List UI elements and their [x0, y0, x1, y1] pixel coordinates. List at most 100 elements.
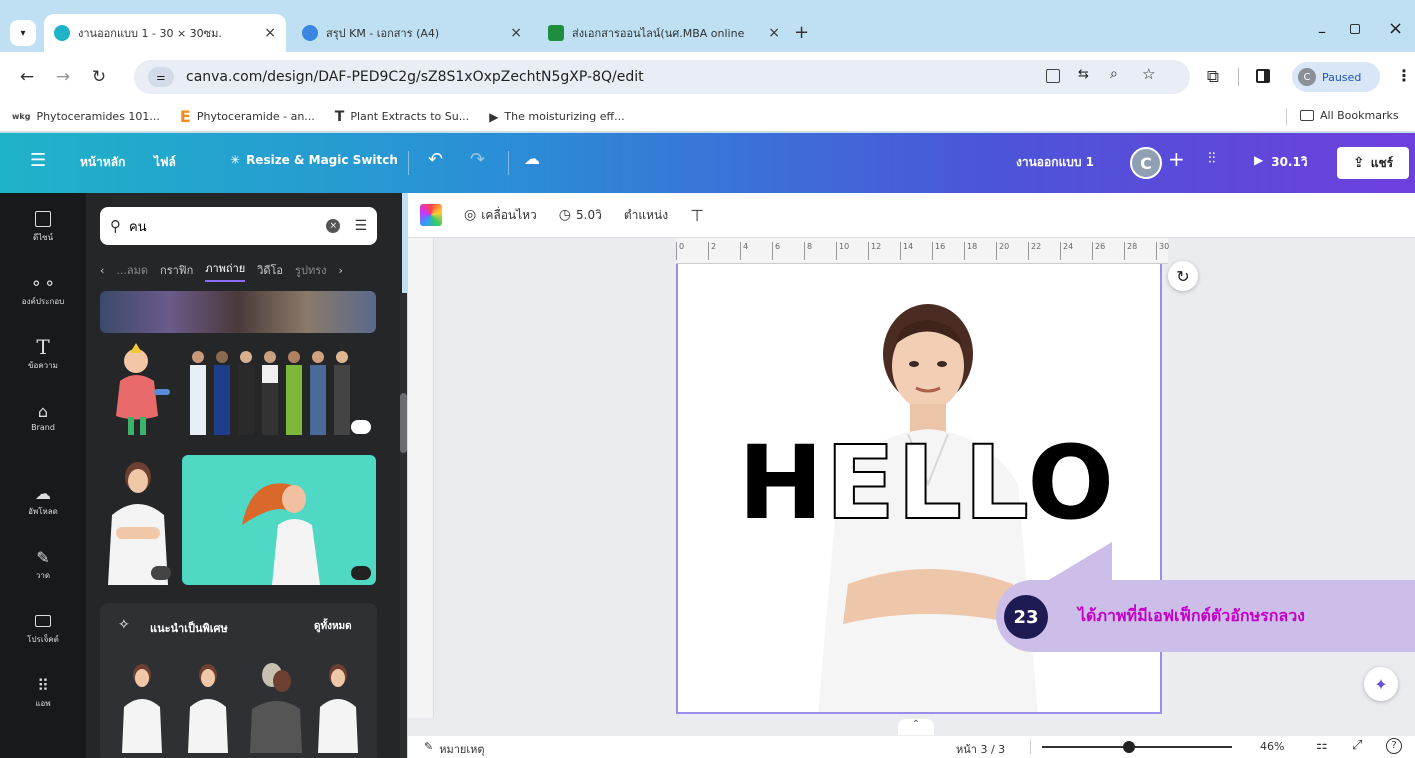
forward-icon[interactable]: →	[50, 64, 76, 90]
position-button[interactable]: ตำแหน่ง	[624, 206, 668, 225]
tab-mba-online[interactable]: ส่งเอกสารออนไลน์(นศ.MBA online ×	[538, 14, 790, 52]
menu-icon[interactable]: ☰	[30, 150, 46, 171]
search-input[interactable]	[129, 218, 327, 234]
rail-item-draw[interactable]: ✎ วาด	[0, 535, 86, 595]
chevron-right-icon[interactable]: ›	[338, 264, 342, 277]
restore-icon[interactable]	[1350, 24, 1360, 34]
zoom-slider[interactable]	[1042, 741, 1232, 753]
rail-item-projects[interactable]: โปรเจ็คต์	[0, 599, 86, 659]
show-pages-icon[interactable]: ⌃	[898, 719, 934, 735]
undo-icon[interactable]: ↶	[428, 149, 443, 170]
see-all-link[interactable]: ดูทั้งหมด	[314, 619, 352, 634]
fullscreen-icon[interactable]: ⤢	[1352, 738, 1362, 753]
clock-icon: ◷	[558, 207, 572, 223]
home-link[interactable]: หน้าหลัก	[80, 153, 125, 172]
profile-button[interactable]: C Paused	[1292, 62, 1380, 92]
category-tabs: ‹ ...ลมด กราฟิก ภาพถ่าย วิดีโอ รูปทรง ›	[100, 259, 390, 282]
new-tab-button[interactable]: +	[794, 22, 809, 43]
close-window-icon[interactable]: ×	[1388, 18, 1403, 39]
context-toolbar: ◎ เคลื่อนไหว ◷ 5.0วิ ตำแหน่ง ⊤	[408, 193, 1415, 238]
photo-result-crowd[interactable]	[100, 291, 376, 333]
resize-button[interactable]: ✳ Resize & Magic Switch	[230, 153, 398, 167]
insights-icon[interactable]: ⫶⫶	[1208, 149, 1216, 167]
site-settings-icon[interactable]: ⚌	[148, 67, 174, 87]
rail-item-text[interactable]: T ข้อความ	[0, 325, 86, 385]
page-indicator[interactable]: หน้า 3 / 3	[956, 740, 1005, 758]
present-button[interactable]: ▶ 30.1วิ	[1254, 153, 1308, 172]
magic-assistant-icon[interactable]: ✦	[1364, 667, 1398, 701]
zoom-percent[interactable]: 46%	[1260, 740, 1284, 753]
zoom-slider-knob[interactable]	[1123, 741, 1136, 753]
grid-view-icon[interactable]: ⚏	[1316, 738, 1328, 753]
crown-icon	[351, 566, 371, 580]
photo-result-redhead[interactable]	[182, 455, 376, 585]
rail-item-apps[interactable]: ⠿ แอพ	[0, 663, 86, 723]
upload-icon: ☁	[35, 483, 51, 503]
zoom-icon[interactable]: ⌕	[1110, 66, 1118, 82]
hello-text[interactable]: HELLO	[738, 423, 1118, 544]
all-bookmarks[interactable]: All Bookmarks	[1300, 109, 1399, 122]
rail-item-uploads[interactable]: ☁ อัพโหลด	[0, 471, 86, 531]
tab-search-button[interactable]: ▾	[10, 20, 36, 46]
doc-title[interactable]: งานออกแบบ 1	[1016, 153, 1094, 172]
photo-result-woman[interactable]	[100, 455, 176, 585]
tab-title: งานออกแบบ 1 - 30 × 30ซม.	[78, 27, 222, 40]
notes-button[interactable]: ✎ หมายเหตุ	[424, 740, 485, 758]
minimize-icon[interactable]: –	[1318, 22, 1326, 41]
tab-elements-partial[interactable]: ...ลมด	[116, 261, 148, 279]
user-avatar[interactable]: C	[1130, 147, 1162, 179]
tab-km-doc[interactable]: สรุป KM - เอกสาร (A4) ×	[292, 14, 532, 52]
animate-button[interactable]: ◎ เคลื่อนไหว	[464, 206, 537, 225]
chevron-left-icon[interactable]: ‹	[100, 264, 104, 277]
share-button[interactable]: ⇪ แชร์	[1337, 147, 1409, 179]
tab-canva-design[interactable]: งานออกแบบ 1 - 30 × 30ซม. ×	[44, 14, 286, 52]
tab-graphics[interactable]: กราฟิก	[160, 261, 193, 279]
ruler-tick: 30	[1156, 242, 1169, 260]
clear-icon[interactable]: ×	[326, 219, 341, 233]
tab-photos[interactable]: ภาพถ่าย	[205, 259, 246, 282]
recommended-thumbnails[interactable]	[112, 657, 368, 753]
rail-item-elements[interactable]: ⚬⚬ องค์ประกอบ	[0, 261, 86, 321]
scrollbar-thumb[interactable]	[400, 393, 407, 453]
bookmark-item[interactable]: E Phytoceramide - an...	[180, 107, 315, 126]
editor-area: ◎ เคลื่อนไหว ◷ 5.0วิ ตำแหน่ง ⊤ 0 2 4 6 8 10 12 14…	[408, 193, 1415, 758]
side-panel-icon[interactable]	[1256, 69, 1270, 83]
sparkle-icon: ✧	[118, 617, 130, 633]
bookmark-star-icon[interactable]: ☆	[1142, 65, 1155, 83]
bookmark-item[interactable]: wkg Phytoceramides 101...	[12, 110, 160, 123]
back-icon[interactable]: ←	[14, 64, 40, 90]
extensions-icon[interactable]: ⧉	[1200, 64, 1226, 90]
color-picker-icon[interactable]	[420, 204, 442, 226]
add-collaborator-icon[interactable]: +	[1168, 147, 1185, 171]
tab-videos[interactable]: วิดีโอ	[257, 261, 283, 279]
ruler-tick: 0	[676, 242, 684, 260]
close-tab-icon[interactable]: ×	[510, 25, 522, 41]
tab-shapes[interactable]: รูปทรง	[295, 261, 326, 279]
photo-result-workers[interactable]	[184, 343, 376, 439]
copy-style-icon[interactable]: ⊤	[690, 206, 704, 225]
rail-item-design[interactable]: ดีไซน์	[0, 197, 86, 257]
omnibox[interactable]: ⚌ canva.com/design/DAF-PED9C2g/sZ8S1xOxp…	[134, 60, 1190, 94]
more-menu-icon[interactable]: ⋮	[1396, 66, 1412, 85]
status-bar: ✎ หมายเหตุ หน้า 3 / 3 46% ⚏ ⤢ ?	[408, 736, 1415, 758]
bookmark-item[interactable]: ▶ The moisturizing eff...	[489, 110, 624, 124]
ruler-tick: 16	[932, 242, 945, 260]
redo-icon[interactable]: ↷	[470, 149, 485, 170]
instruction-callout: 23 ได้ภาพที่มีเอฟเฟ็กต์ตัวอักษรกลวง	[996, 580, 1415, 652]
translate-icon[interactable]: ⇆	[1078, 67, 1089, 82]
rail-item-brand[interactable]: ⌂ Brand	[0, 389, 86, 449]
panel-scrollbar[interactable]	[400, 293, 407, 758]
help-icon[interactable]: ?	[1386, 738, 1402, 754]
photo-result-cartoon[interactable]	[106, 341, 176, 441]
duration-button[interactable]: ◷ 5.0วิ	[559, 206, 602, 225]
reload-icon[interactable]: ↻	[86, 64, 112, 90]
filter-icon[interactable]: ☰	[354, 218, 367, 234]
file-menu[interactable]: ไฟล์	[154, 153, 176, 172]
vertical-ruler	[408, 238, 434, 718]
bookmark-item[interactable]: T Plant Extracts to Su...	[335, 109, 469, 125]
install-icon[interactable]	[1046, 69, 1060, 83]
rotate-handle-icon[interactable]: ↻	[1168, 261, 1198, 291]
close-tab-icon[interactable]: ×	[768, 25, 780, 41]
divider	[1286, 109, 1287, 125]
close-tab-icon[interactable]: ×	[264, 25, 276, 41]
